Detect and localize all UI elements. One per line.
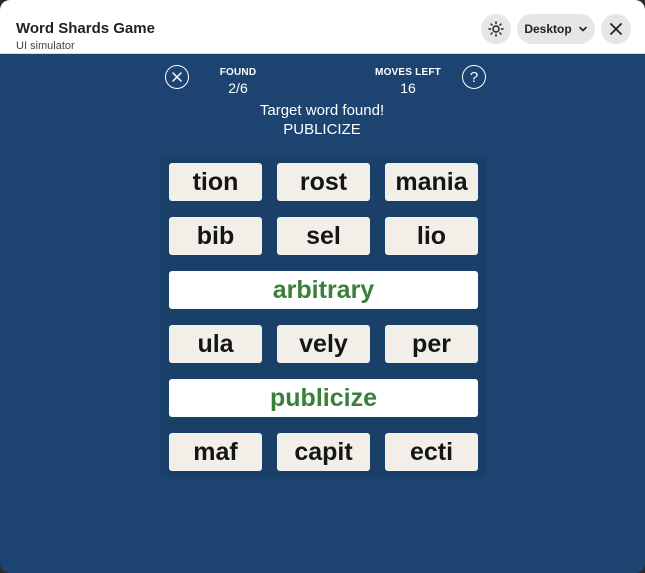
- status-text: Target word found!: [259, 102, 385, 119]
- help-button[interactable]: ?: [462, 65, 486, 89]
- shard-tile[interactable]: lio: [385, 217, 478, 255]
- shard-tile[interactable]: maf: [169, 433, 262, 471]
- tile-row: bib sel lio: [169, 217, 478, 255]
- chevron-down-icon: [578, 26, 587, 32]
- app-subtitle: UI simulator: [16, 40, 75, 52]
- app-window: Word Shards Game UI simulator Desktop FO…: [0, 0, 645, 573]
- shard-tile[interactable]: mania: [385, 163, 478, 201]
- shard-tile[interactable]: ecti: [385, 433, 478, 471]
- theme-toggle-button[interactable]: [481, 14, 511, 44]
- found-counter: FOUND 2/6: [206, 67, 270, 96]
- title-bar: Word Shards Game UI simulator Desktop: [0, 0, 645, 54]
- found-value: 2/6: [228, 80, 248, 96]
- app-title: Word Shards Game: [16, 20, 155, 37]
- question-mark-icon: ?: [469, 68, 479, 86]
- game-board: tion rost mania bib sel lio arbitrary ul…: [161, 155, 486, 478]
- close-icon: [172, 72, 182, 82]
- shard-tile[interactable]: tion: [169, 163, 262, 201]
- tile-row: maf capit ecti: [169, 433, 478, 471]
- moves-left-label: MOVES LEFT: [375, 67, 441, 78]
- close-window-button[interactable]: [601, 14, 631, 44]
- target-word: PUBLICIZE: [283, 121, 361, 138]
- shard-tile[interactable]: ula: [169, 325, 262, 363]
- found-label: FOUND: [219, 67, 257, 78]
- shard-tile[interactable]: vely: [277, 325, 370, 363]
- shard-tile[interactable]: sel: [277, 217, 370, 255]
- shard-tile[interactable]: bib: [169, 217, 262, 255]
- found-word-row: arbitrary: [169, 271, 478, 309]
- status-message: Target word found! PUBLICIZE: [222, 101, 422, 139]
- shard-tile[interactable]: rost: [277, 163, 370, 201]
- tile-row: ula vely per: [169, 325, 478, 363]
- device-select-label: Desktop: [524, 22, 572, 36]
- close-icon: [610, 23, 622, 35]
- found-word-row: publicize: [169, 379, 478, 417]
- quit-game-button[interactable]: [165, 65, 189, 89]
- tile-row: tion rost mania: [169, 163, 478, 201]
- moves-left-counter: MOVES LEFT 16: [369, 67, 447, 96]
- found-word-arbitrary: arbitrary: [169, 271, 478, 309]
- found-word-publicize: publicize: [169, 379, 478, 417]
- sun-icon: [488, 21, 504, 37]
- shard-tile[interactable]: capit: [277, 433, 370, 471]
- device-select[interactable]: Desktop: [517, 14, 595, 44]
- moves-left-value: 16: [400, 80, 416, 96]
- shard-tile[interactable]: per: [385, 325, 478, 363]
